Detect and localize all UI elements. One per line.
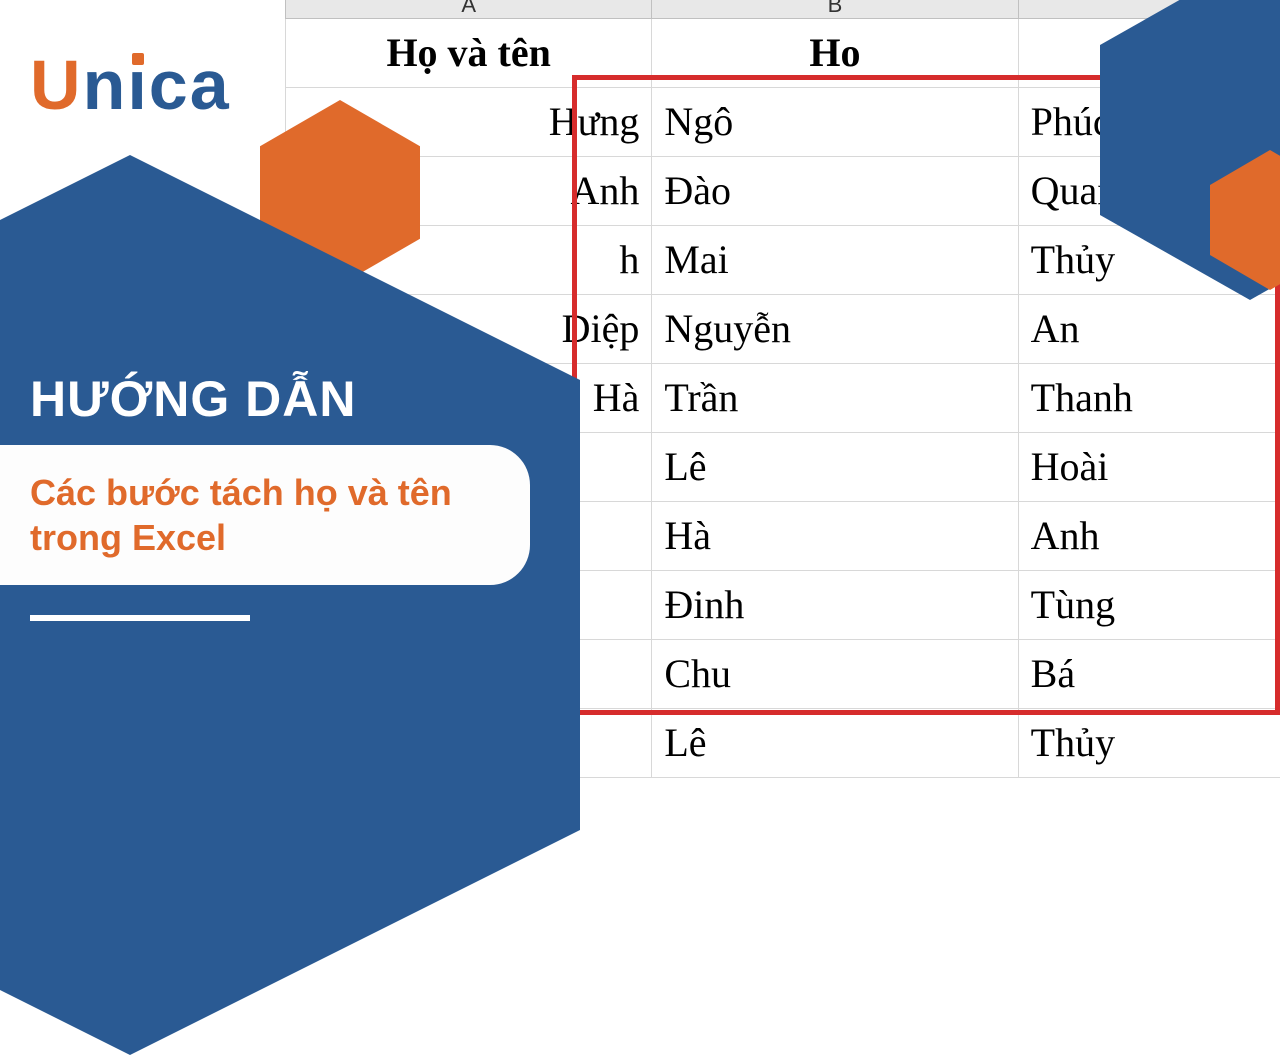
col-letter-b: B [652,0,1018,19]
unica-logo: Unıca [30,45,231,125]
col-letter-a: A [286,0,652,19]
header-b: Ho [652,19,1018,88]
header-a: Họ và tên [286,19,652,88]
subtitle-pill: Các bước tách họ và tên trong Excel [0,445,530,585]
tutorial-heading: HƯỚNG DẪN [30,370,356,428]
underline-accent [30,615,250,621]
subtitle-text: Các bước tách họ và tên trong Excel [30,470,500,560]
column-letter-row: A B C [286,0,1280,19]
table-row: hMaiThủy [286,226,1280,295]
